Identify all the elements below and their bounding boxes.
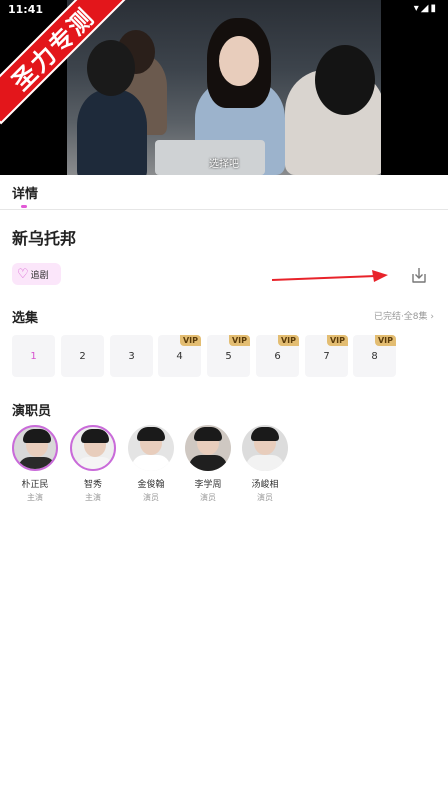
cast-section-title: 演职员 xyxy=(12,404,52,419)
avatar-hair xyxy=(251,427,279,441)
cast-name: 汤峻相 xyxy=(251,480,279,490)
vip-badge: VIP xyxy=(179,335,201,346)
avatar xyxy=(12,425,58,471)
episode-number: 4 xyxy=(176,350,183,362)
episode-item[interactable]: 3 xyxy=(110,335,153,377)
status-icons: ▾◢▮ xyxy=(413,3,438,14)
vip-badge: VIP xyxy=(326,335,348,346)
scene-figure xyxy=(315,45,375,115)
cast-role: 演员 xyxy=(200,493,216,502)
episode-list: 1 2 3 4 VIP 5 VIP 6 VIP 7 VIP 8 VIP xyxy=(12,335,442,377)
episode-item[interactable]: 2 xyxy=(61,335,104,377)
episode-number: 5 xyxy=(225,350,232,362)
video-frame[interactable] xyxy=(67,0,381,175)
cast-member[interactable]: 李学周 演员 xyxy=(183,425,233,503)
avatar-body xyxy=(18,457,56,469)
episode-number: 3 xyxy=(128,350,135,362)
avatar-body xyxy=(132,455,170,471)
cast-role: 主演 xyxy=(27,493,43,502)
avatar-body xyxy=(76,457,114,469)
avatar-hair xyxy=(81,429,109,443)
show-title: 新乌托邦 xyxy=(12,229,77,248)
cast-member[interactable]: 朴正民 主演 xyxy=(10,425,60,503)
avatar xyxy=(128,425,174,471)
avatar xyxy=(242,425,288,471)
scene-figure xyxy=(219,36,259,86)
follow-label: 追剧 xyxy=(30,270,49,281)
avatar-hair xyxy=(194,427,222,441)
episode-item[interactable]: 6 VIP xyxy=(256,335,299,377)
status-time: 11:41 xyxy=(8,3,44,16)
cast-name: 智秀 xyxy=(83,480,102,490)
cast-name: 朴正民 xyxy=(21,480,49,490)
episode-item[interactable]: 8 VIP xyxy=(353,335,396,377)
tab-bar: 详情 xyxy=(0,175,448,210)
episodes-status-link[interactable]: 已完结·全8集 › xyxy=(374,309,434,322)
episode-number: 7 xyxy=(323,350,330,362)
episode-item[interactable]: 1 xyxy=(12,335,55,377)
avatar xyxy=(185,425,231,471)
cast-role: 演员 xyxy=(143,493,159,502)
tab-active-indicator xyxy=(21,205,27,208)
download-icon[interactable] xyxy=(409,265,429,285)
annotation-arrow-icon xyxy=(272,270,388,282)
cast-name: 李学周 xyxy=(194,480,222,490)
avatar-body xyxy=(189,455,227,471)
avatar-body xyxy=(246,455,284,471)
vip-badge: VIP xyxy=(277,335,299,346)
vip-badge: VIP xyxy=(374,335,396,346)
avatar xyxy=(70,425,116,471)
cast-member[interactable]: 智秀 主演 xyxy=(68,425,118,503)
video-subtitle: 选择吧 xyxy=(209,159,239,170)
cast-role: 主演 xyxy=(85,493,101,502)
cast-list: 朴正民 主演 智秀 主演 金俊翰 演员 李学周 演员 汤峻相 演员 xyxy=(12,425,312,505)
cast-member[interactable]: 金俊翰 演员 xyxy=(126,425,176,503)
cast-name: 金俊翰 xyxy=(137,480,165,490)
episode-number: 6 xyxy=(274,350,281,362)
tab-details[interactable]: 详情 xyxy=(12,183,38,202)
vip-badge: VIP xyxy=(228,335,250,346)
scene-figure xyxy=(87,40,135,96)
follow-button[interactable]: ♡ 追剧 xyxy=(12,263,61,285)
episode-item[interactable]: 7 VIP xyxy=(305,335,348,377)
cast-member[interactable]: 汤峻相 演员 xyxy=(240,425,290,503)
cast-role: 演员 xyxy=(257,493,273,502)
avatar-hair xyxy=(23,429,51,443)
episode-item[interactable]: 4 VIP xyxy=(158,335,201,377)
heart-outline-icon: ♡ xyxy=(17,266,29,282)
episode-item[interactable]: 5 VIP xyxy=(207,335,250,377)
episode-number: 2 xyxy=(79,350,86,362)
episodes-section-title: 选集 xyxy=(12,311,39,326)
episode-number: 1 xyxy=(30,350,37,362)
episode-number: 8 xyxy=(371,350,378,362)
avatar-hair xyxy=(137,427,165,441)
